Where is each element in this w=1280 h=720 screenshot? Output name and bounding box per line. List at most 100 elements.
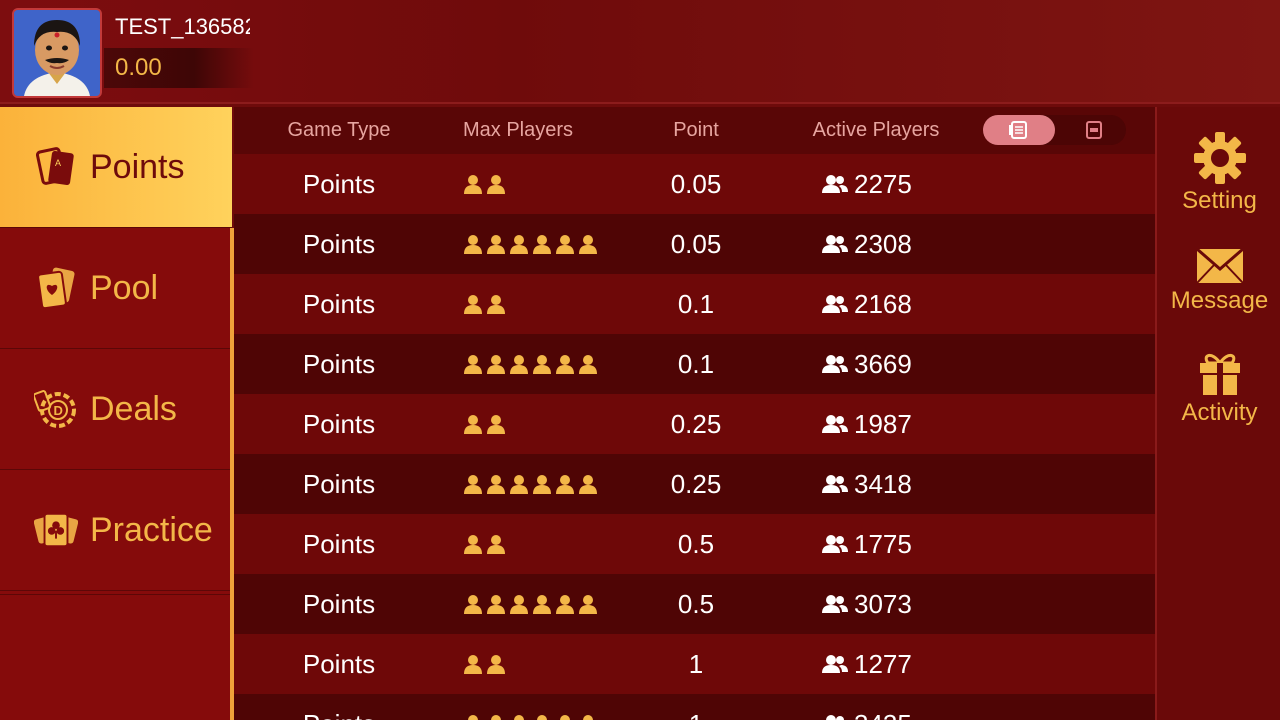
users-icon — [822, 709, 854, 720]
active-players-count: 3435 — [854, 709, 912, 720]
top-header: TEST_136582 0.00 — [0, 0, 1280, 104]
active-players-count: 3418 — [854, 469, 912, 499]
max-players-cell — [462, 531, 622, 562]
envelope-icon — [1195, 247, 1244, 284]
nav-practice[interactable]: Practice — [0, 470, 232, 591]
player-pawns-icon — [462, 713, 599, 720]
game-type-cell: Points — [302, 229, 376, 259]
header-max-players: Max Players — [462, 119, 574, 141]
active-players-cell: 2308 — [822, 229, 962, 260]
setting-button[interactable]: Setting — [1157, 131, 1280, 215]
max-players-cell — [462, 351, 622, 382]
nav-pool-label: Pool — [90, 268, 159, 307]
balance-amount: 0.00 — [115, 54, 162, 81]
table-row[interactable]: Points 0.1 3669 — [234, 334, 1155, 394]
nav-deals[interactable]: D Deals — [0, 349, 232, 470]
max-players-cell — [462, 171, 622, 202]
active-players-count: 3073 — [854, 589, 912, 619]
avatar-portrait-icon — [14, 10, 100, 96]
users-icon — [822, 589, 854, 619]
active-players-cell: 1987 — [822, 409, 962, 440]
nav-points-label: Points — [90, 147, 185, 186]
game-type-cell: Points — [302, 289, 376, 319]
nav-pool[interactable]: Pool — [0, 228, 232, 349]
table-row[interactable]: Points 0.1 2168 — [234, 274, 1155, 334]
header-game-type: Game Type — [287, 119, 391, 141]
max-players-cell — [462, 471, 622, 502]
users-icon — [822, 289, 854, 319]
gift-icon — [1199, 354, 1240, 395]
users-icon — [822, 469, 854, 499]
active-players-cell: 3669 — [822, 349, 962, 380]
list-view-icon — [1009, 121, 1027, 139]
point-cell: 0.25 — [670, 409, 722, 439]
player-pawns-icon — [462, 533, 507, 555]
active-players-cell: 1775 — [822, 529, 962, 560]
svg-text:D: D — [54, 403, 63, 418]
message-button[interactable]: Message — [1157, 247, 1280, 315]
setting-label: Setting — [1182, 187, 1257, 214]
users-icon — [822, 349, 854, 379]
game-type-cell: Points — [302, 649, 376, 679]
activity-button[interactable]: Activity — [1157, 351, 1280, 427]
point-cell: 0.25 — [670, 469, 722, 499]
active-players-cell: 3435 — [822, 709, 962, 720]
active-players-cell: 2275 — [822, 169, 962, 200]
users-icon — [822, 169, 854, 199]
pool-cards-icon — [34, 263, 78, 313]
gear-icon — [1193, 132, 1246, 184]
card-view-icon — [1086, 121, 1102, 139]
nav-practice-label: Practice — [90, 510, 213, 549]
point-cell: 1 — [688, 649, 704, 679]
deals-chip-icon: D — [34, 384, 78, 434]
game-type-cell: Points — [302, 409, 376, 439]
point-cell: 0.05 — [670, 229, 722, 259]
right-toolbar: Setting Message Activity — [1155, 107, 1280, 720]
users-icon — [822, 649, 854, 679]
username: TEST_136582 — [115, 14, 250, 39]
point-cell: 0.1 — [677, 289, 715, 319]
active-players-count: 1277 — [854, 649, 912, 679]
table-row[interactable]: Points 0.25 3418 — [234, 454, 1155, 514]
avatar[interactable] — [12, 8, 102, 98]
svg-text:A: A — [55, 158, 61, 168]
game-type-cell: Points — [234, 709, 444, 720]
header-active-players: Active Players — [812, 119, 940, 141]
max-players-cell — [462, 711, 622, 720]
game-table: Game Type Max Players Point Active Playe… — [234, 107, 1155, 720]
active-players-count: 2168 — [854, 289, 912, 319]
point-cell: 0.05 — [670, 169, 722, 199]
card-view-button[interactable] — [1084, 120, 1104, 140]
users-icon — [822, 529, 854, 559]
game-type-cell: Points — [302, 589, 376, 619]
table-row[interactable]: Points 1 1277 — [234, 634, 1155, 694]
table-row[interactable]: Points 0.25 1987 — [234, 394, 1155, 454]
player-pawns-icon — [462, 413, 507, 435]
max-players-cell — [462, 651, 622, 682]
nav-points[interactable]: A Points — [0, 107, 232, 228]
active-players-cell: 3073 — [822, 589, 962, 620]
practice-cards-icon — [34, 505, 78, 555]
users-icon — [822, 409, 854, 439]
player-pawns-icon — [462, 653, 507, 675]
max-players-cell — [462, 591, 622, 622]
list-view-button[interactable] — [983, 115, 1055, 145]
table-row[interactable]: Points 0.5 3073 — [234, 574, 1155, 634]
active-players-cell: 3418 — [822, 469, 962, 500]
table-row[interactable]: Points 0.5 1775 — [234, 514, 1155, 574]
active-players-cell: 1277 — [822, 649, 962, 680]
max-players-cell — [462, 231, 622, 262]
nav-deals-label: Deals — [90, 389, 177, 428]
view-toggle[interactable] — [983, 115, 1126, 145]
active-players-count: 2308 — [854, 229, 912, 259]
point-cell: 1 — [636, 709, 756, 720]
active-players-count: 2275 — [854, 169, 912, 199]
activity-label: Activity — [1181, 399, 1258, 426]
game-type-cell: Points — [302, 169, 376, 199]
users-icon — [822, 229, 854, 259]
table-row[interactable]: Points 0.05 2275 — [234, 154, 1155, 214]
player-pawns-icon — [462, 353, 599, 375]
table-row[interactable]: Points 1 3435 — [234, 694, 1155, 720]
active-players-count: 3669 — [854, 349, 912, 379]
table-row[interactable]: Points 0.05 2308 — [234, 214, 1155, 274]
